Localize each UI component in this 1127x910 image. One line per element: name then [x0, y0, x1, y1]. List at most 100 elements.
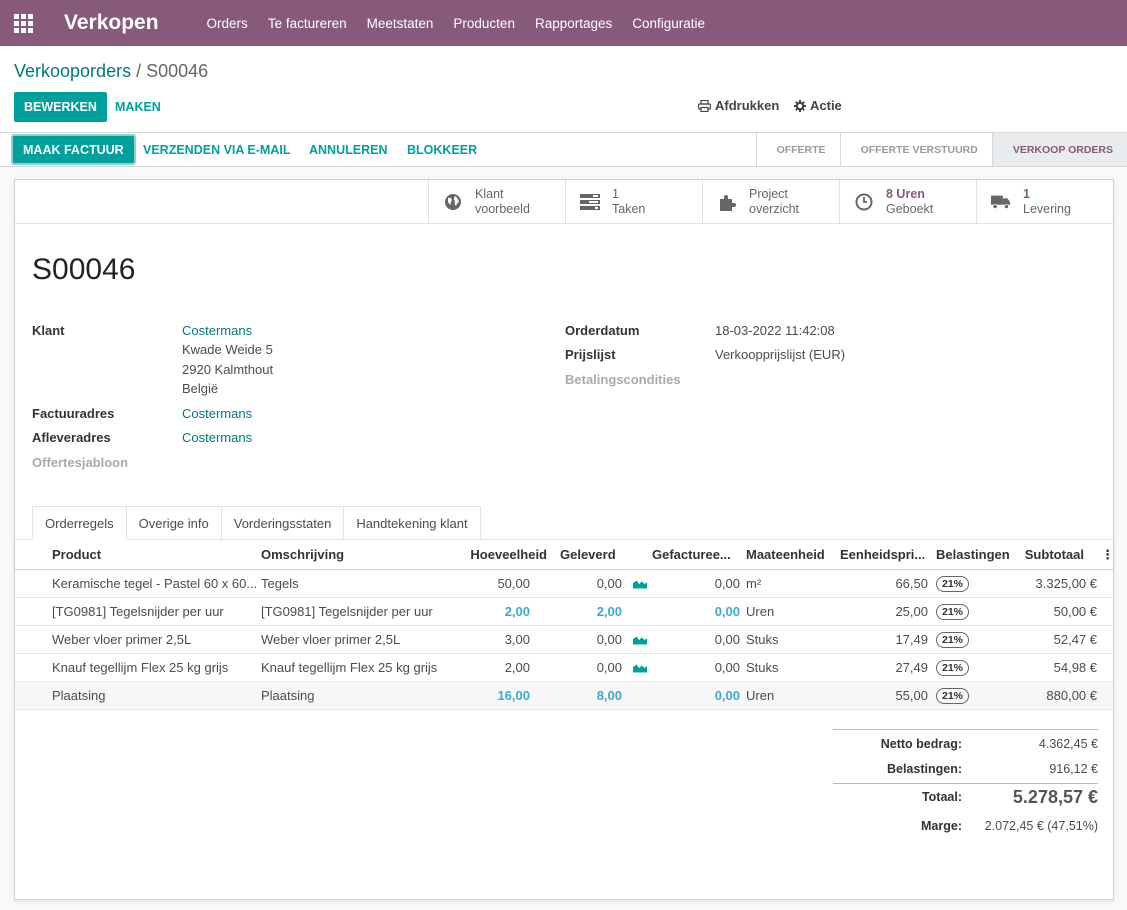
cell-taxes[interactable]: 21% — [936, 682, 996, 709]
cell-unit-price[interactable]: 55,00 — [840, 682, 928, 709]
cell-taxes[interactable]: 21% — [936, 626, 996, 653]
cell-description[interactable]: Knauf tegellijm Flex 25 kg grijs — [261, 654, 441, 681]
menu-reporting[interactable]: Rapportages — [525, 16, 622, 31]
project-overview-button[interactable]: Project overzicht — [702, 180, 839, 224]
optional-columns-icon[interactable]: ⋮ — [1101, 540, 1109, 569]
cell-uom[interactable]: Stuks — [746, 626, 826, 653]
top-menu: Orders Te factureren Meetstaten Producte… — [197, 16, 716, 31]
send-email-button[interactable]: VERZENDEN VIA E-MAIL — [143, 136, 290, 163]
edit-button[interactable]: BEWERKEN — [14, 92, 107, 122]
cell-delivered[interactable]: 8,00 — [535, 682, 622, 709]
cell-quantity[interactable]: 2,00 — [435, 654, 530, 681]
table-row[interactable]: Knauf tegellijm Flex 25 kg grijs Knauf te… — [15, 654, 1113, 682]
menu-measurements[interactable]: Meetstaten — [357, 16, 444, 31]
table-row[interactable]: [TG0981] Tegelsnijder per uur [TG0981] Te… — [15, 598, 1113, 626]
col-delivered[interactable]: Geleverd — [560, 540, 640, 569]
cell-unit-price[interactable]: 17,49 — [840, 626, 928, 653]
cell-subtotal[interactable]: 3.325,00 € — [1005, 570, 1097, 597]
cancel-button[interactable]: ANNULEREN — [309, 136, 387, 163]
cell-uom[interactable]: m² — [746, 570, 826, 597]
tab-other-info[interactable]: Overige info — [125, 506, 222, 540]
cell-unit-price[interactable]: 66,50 — [840, 570, 928, 597]
delivery-button[interactable]: 1 Levering — [976, 180, 1113, 224]
cell-quantity[interactable]: 3,00 — [435, 626, 530, 653]
invoice-address-link[interactable]: Costermans — [182, 406, 252, 421]
cell-description[interactable]: [TG0981] Tegelsnijder per uur — [261, 598, 441, 625]
cell-invoiced[interactable]: 0,00 — [651, 682, 740, 709]
cell-product[interactable]: [TG0981] Tegelsnijder per uur — [52, 598, 257, 625]
cell-subtotal[interactable]: 880,00 € — [1005, 682, 1097, 709]
cell-taxes[interactable]: 21% — [936, 598, 996, 625]
col-subtotal[interactable]: Subtotaal — [1015, 540, 1084, 569]
app-title[interactable]: Verkopen — [64, 11, 159, 35]
cell-delivered[interactable]: 0,00 — [535, 570, 622, 597]
hours-booked-button[interactable]: 8 Uren Geboekt — [839, 180, 976, 224]
menu-orders[interactable]: Orders — [197, 16, 258, 31]
col-taxes[interactable]: Belastingen — [936, 540, 1016, 569]
stage-sales-order[interactable]: VERKOOP ORDERS — [991, 133, 1127, 166]
cell-invoiced[interactable]: 0,00 — [651, 626, 740, 653]
table-row[interactable]: Weber vloer primer 2,5L Weber vloer prime… — [15, 626, 1113, 654]
cell-product[interactable]: Plaatsing — [52, 682, 257, 709]
cell-delivered[interactable]: 0,00 — [535, 626, 622, 653]
cell-taxes[interactable]: 21% — [936, 654, 996, 681]
cell-description[interactable]: Tegels — [261, 570, 441, 597]
cell-subtotal[interactable]: 52,47 € — [1005, 626, 1097, 653]
cell-quantity[interactable]: 16,00 — [435, 682, 530, 709]
create-invoice-button[interactable]: MAAK FACTUUR — [11, 134, 136, 165]
apps-menu-icon[interactable] — [0, 0, 46, 46]
breadcrumb-parent[interactable]: Verkooporders — [14, 61, 131, 81]
cell-unit-price[interactable]: 25,00 — [840, 598, 928, 625]
cell-invoiced[interactable]: 0,00 — [651, 654, 740, 681]
cell-delivered[interactable]: 2,00 — [535, 598, 622, 625]
cell-subtotal[interactable]: 54,98 € — [1005, 654, 1097, 681]
menu-to-invoice[interactable]: Te factureren — [258, 16, 357, 31]
cell-subtotal[interactable]: 50,00 € — [1005, 598, 1097, 625]
menu-products[interactable]: Producten — [443, 16, 525, 31]
tasks-button[interactable]: 1 Taken — [565, 180, 702, 224]
col-unit-price[interactable]: Eenheidspri... — [840, 540, 924, 569]
cell-invoiced[interactable]: 0,00 — [651, 570, 740, 597]
forecast-chart-icon[interactable] — [627, 654, 647, 681]
print-menu[interactable]: Afdrukken — [698, 98, 779, 113]
tab-progress-statements[interactable]: Vorderingsstaten — [220, 506, 345, 540]
cell-product[interactable]: Weber vloer primer 2,5L — [52, 626, 257, 653]
cell-uom[interactable]: Uren — [746, 598, 826, 625]
table-row[interactable]: Plaatsing Plaatsing 16,00 8,00 0,00 Uren 55,00… — [15, 682, 1113, 710]
cell-description[interactable]: Weber vloer primer 2,5L — [261, 626, 441, 653]
cell-product[interactable]: Keramische tegel - Pastel 60 x 60... — [52, 570, 257, 597]
create-button[interactable]: MAKEN — [115, 92, 161, 122]
tab-order-lines[interactable]: Orderregels — [32, 506, 127, 540]
totals-top-line — [833, 729, 1098, 730]
table-row[interactable]: Keramische tegel - Pastel 60 x 60... Tege… — [15, 570, 1113, 598]
forecast-chart-icon[interactable] — [627, 570, 647, 597]
cell-product[interactable]: Knauf tegellijm Flex 25 kg grijs — [52, 654, 257, 681]
cell-description[interactable]: Plaatsing — [261, 682, 441, 709]
action-label: Actie — [810, 98, 842, 113]
delivery-address-link[interactable]: Costermans — [182, 430, 252, 445]
stage-quotation-sent[interactable]: OFFERTE VERSTUURD — [839, 133, 992, 166]
forecast-chart-icon[interactable] — [627, 626, 647, 653]
cell-uom[interactable]: Uren — [746, 682, 826, 709]
col-uom[interactable]: Maateenheid — [746, 540, 836, 569]
stage-quotation[interactable]: OFFERTE — [755, 133, 840, 166]
col-quantity[interactable]: Hoeveelheid — [435, 540, 547, 569]
menu-configuration[interactable]: Configuratie — [622, 16, 715, 31]
tab-customer-signature[interactable]: Handtekening klant — [343, 506, 481, 540]
col-product[interactable]: Product — [52, 540, 252, 569]
block-button[interactable]: BLOKKEER — [407, 136, 477, 163]
cell-quantity[interactable]: 50,00 — [435, 570, 530, 597]
action-menu[interactable]: Actie — [794, 98, 842, 113]
taxes-value: 916,12 € — [1049, 762, 1098, 776]
customer-preview-button[interactable]: Klant voorbeeld — [428, 180, 565, 224]
col-invoiced[interactable]: Gefacturee... — [652, 540, 740, 569]
cell-unit-price[interactable]: 27,49 — [840, 654, 928, 681]
cell-quantity[interactable]: 2,00 — [435, 598, 530, 625]
margin-row: Marge: 2.072,45 € (47,51%) — [833, 814, 1098, 838]
cell-delivered[interactable]: 0,00 — [535, 654, 622, 681]
cell-invoiced[interactable]: 0,00 — [651, 598, 740, 625]
cell-uom[interactable]: Stuks — [746, 654, 826, 681]
cell-taxes[interactable]: 21% — [936, 570, 996, 597]
col-description[interactable]: Omschrijving — [261, 540, 441, 569]
customer-link[interactable]: Costermans — [182, 323, 252, 338]
